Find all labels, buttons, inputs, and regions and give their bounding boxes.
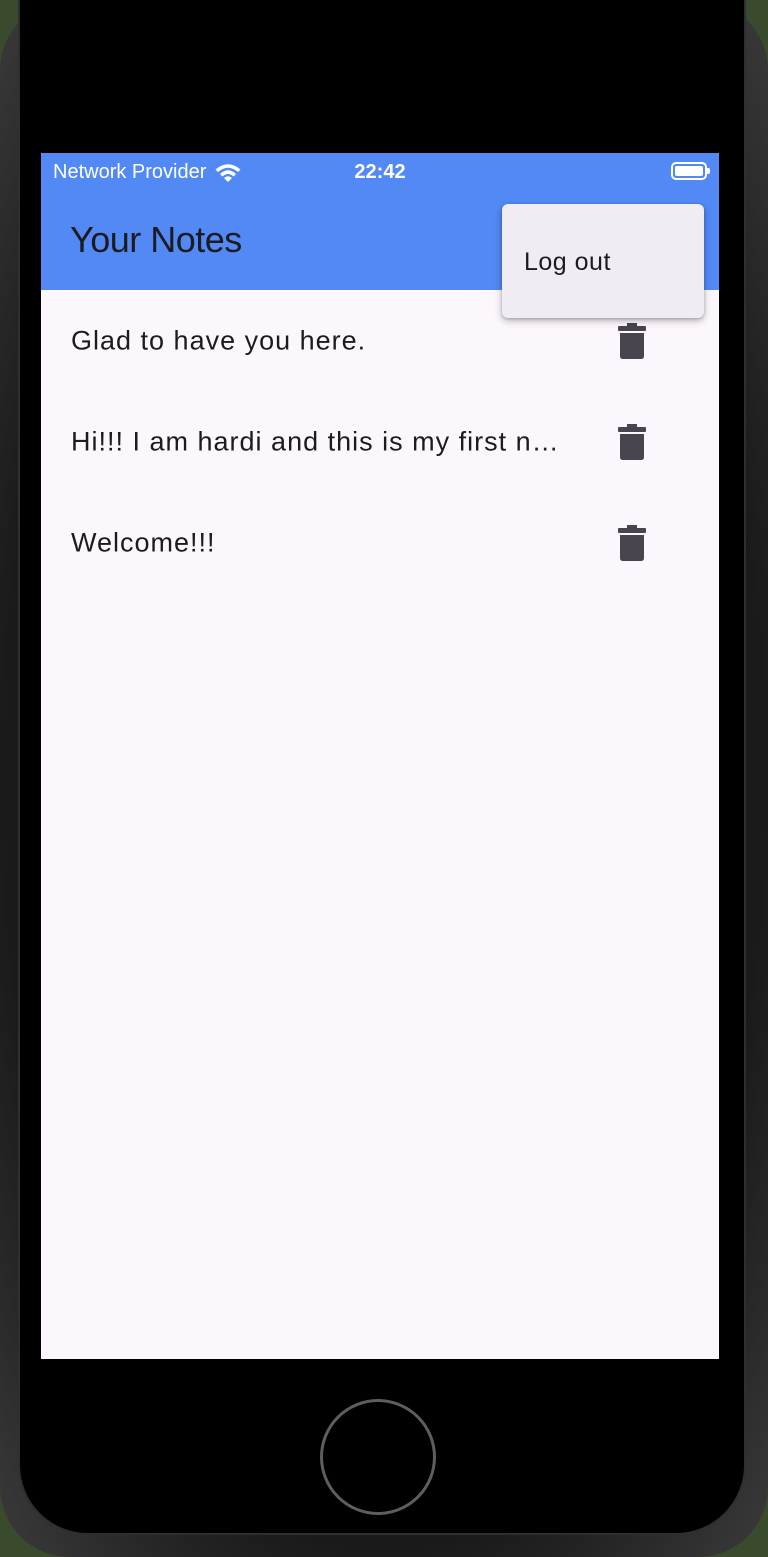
status-time: 22:42	[354, 161, 406, 183]
delete-icon	[618, 524, 646, 561]
logout-menu-item[interactable]: Log out	[502, 230, 704, 294]
note-title[interactable]: Hi!!! I am hardi and this is my first no…	[71, 426, 561, 457]
delete-note-button[interactable]	[609, 419, 655, 465]
note-title[interactable]: Welcome!!!	[71, 527, 561, 558]
list-item[interactable]: Welcome!!!	[41, 492, 719, 593]
delete-icon	[618, 322, 646, 359]
note-title[interactable]: Glad to have you here.	[71, 325, 561, 356]
status-bar: Network Provider 22:42	[41, 153, 719, 191]
app-screen: Network Provider 22:42 Your Notes Glad t…	[41, 153, 719, 1359]
home-button[interactable]	[320, 1399, 436, 1515]
delete-icon	[618, 423, 646, 460]
page-title: Your Notes	[70, 219, 242, 260]
battery-icon	[671, 162, 710, 180]
notes-list: Glad to have you here. Hi!!! I am hardi …	[41, 290, 719, 593]
delete-note-button[interactable]	[609, 318, 655, 364]
list-item[interactable]: Hi!!! I am hardi and this is my first no…	[41, 391, 719, 492]
overflow-menu: Log out	[502, 204, 704, 318]
delete-note-button[interactable]	[609, 520, 655, 566]
